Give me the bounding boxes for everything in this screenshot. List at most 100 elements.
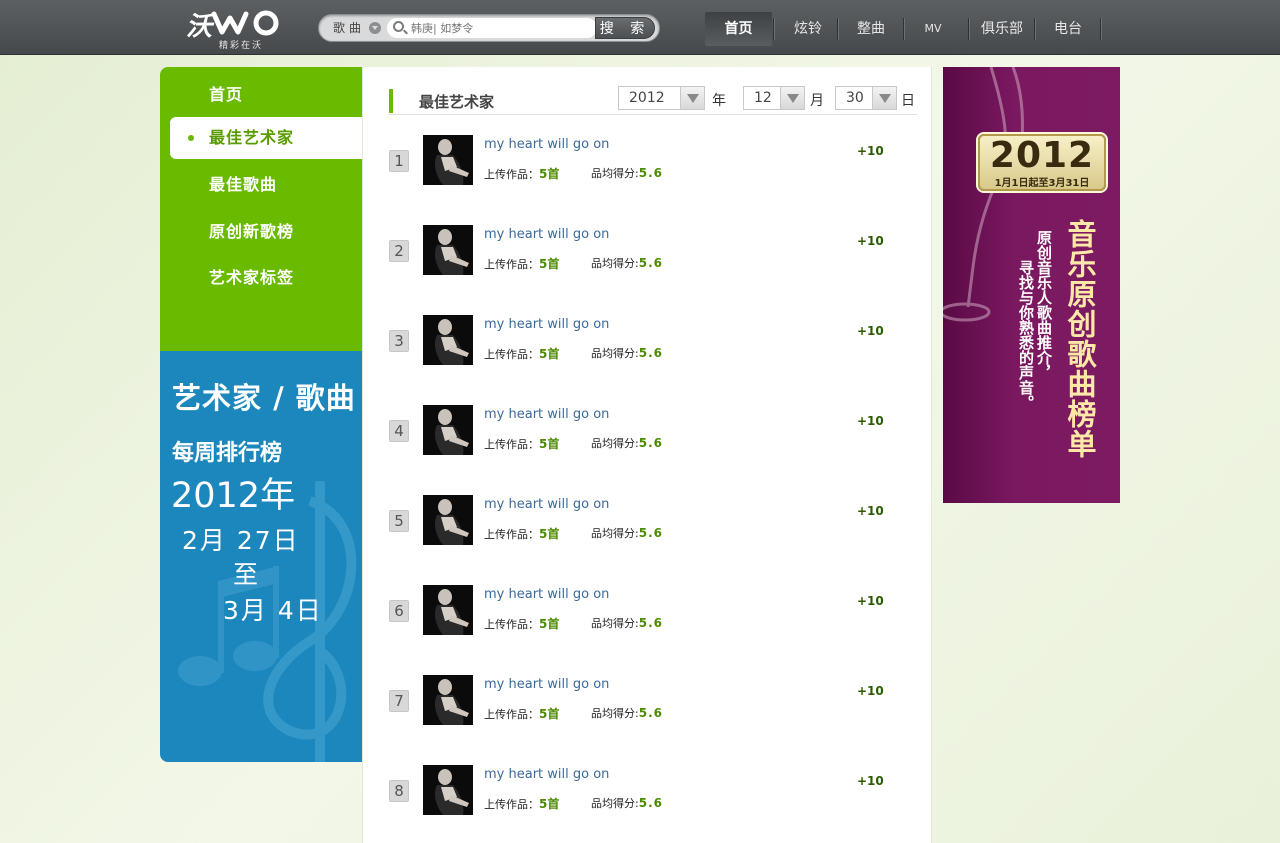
year-select[interactable]: 2012 [618,86,705,110]
score-delta: +10 [857,684,884,698]
ad-headline: 音乐原创歌曲榜单 [1063,219,1097,459]
banner-end-date: 3月 4日 [223,596,323,625]
wo-logo[interactable]: 沃 精彩在沃 [186,6,286,51]
upload-value: 5首 [539,347,560,361]
search-button[interactable]: 搜 索 [595,17,655,39]
artist-row: 8 my heart will go on 上传作品：5首 品均得分:5.6 +10 [389,765,917,843]
logo-tagline: 精彩在沃 [219,41,264,51]
upload-label: 上传作品： [484,438,539,451]
search-category-select[interactable]: 歌曲 [319,15,387,41]
sidebar-item-best-song[interactable]: 最佳歌曲 [160,164,362,206]
nav-item-radio[interactable]: 电台 [1036,12,1100,46]
artist-avatar[interactable] [423,225,473,275]
artist-photo-icon [423,495,473,545]
year-value: 2012 [629,90,665,106]
nav-item-club[interactable]: 俱乐部 [970,12,1034,46]
rank-number: 6 [389,600,409,622]
upload-value: 5首 [539,797,560,811]
rank-number: 1 [389,150,409,172]
score-delta: +10 [857,774,884,788]
nav-divider [837,18,838,40]
nav-item-ringtone[interactable]: 炫铃 [775,12,841,46]
score-value: 5.6 [638,346,663,360]
nav-item-full-song[interactable]: 整曲 [839,12,903,46]
average-score: 品均得分:5.6 [591,795,663,811]
artist-avatar[interactable] [423,585,473,635]
upload-count: 上传作品：5首 [484,525,559,542]
score-delta: +10 [857,594,884,608]
weekly-chart-banner[interactable]: 艺术家 / 歌曲 每周排行榜 2012年 2月 27日 至 3月 4日 [160,351,362,762]
banner-to: 至 [233,560,259,589]
average-score: 品均得分:5.6 [591,165,663,181]
upload-count: 上传作品：5首 [484,255,559,272]
artist-avatar[interactable] [423,315,473,365]
score-label: 品均得分: [591,797,639,810]
score-label: 品均得分: [591,257,639,270]
average-score: 品均得分:5.6 [591,345,663,361]
score-delta: +10 [857,144,884,158]
rank-number: 2 [389,240,409,262]
day-select[interactable]: 30 [835,86,897,110]
nav-item-home[interactable]: 首页 [705,12,772,46]
artist-avatar[interactable] [423,405,473,455]
artist-photo-icon [423,135,473,185]
upload-label: 上传作品： [484,798,539,811]
score-value: 5.6 [638,706,663,720]
nav-divider [1034,18,1035,40]
average-score: 品均得分:5.6 [591,525,663,541]
upload-label: 上传作品： [484,708,539,721]
header-accent-bar [389,89,393,113]
artist-avatar[interactable] [423,495,473,545]
song-link[interactable]: my heart will go on [484,227,609,242]
sidebar-menu: 首页 最佳艺术家 最佳歌曲 原创新歌榜 艺术家标签 [160,67,362,351]
song-link[interactable]: my heart will go on [484,767,609,782]
sidebar-item-home[interactable]: 首页 [160,74,362,116]
wo-logo-icon [211,10,279,36]
score-value: 5.6 [638,526,663,540]
song-link[interactable]: my heart will go on [484,407,609,422]
artist-photo-icon [423,675,473,725]
month-select[interactable]: 12 [743,86,805,110]
upload-label: 上传作品： [484,528,539,541]
sidebar-item-new-original[interactable]: 原创新歌榜 [160,211,362,253]
upload-value: 5首 [539,527,560,541]
ad-date-range: 1月1日起至3月31日 [994,178,1090,189]
chevron-down-icon [680,87,704,109]
song-link[interactable]: my heart will go on [484,317,609,332]
search-input[interactable] [411,18,591,38]
upload-value: 5首 [539,167,560,181]
average-score: 品均得分:5.6 [591,255,663,271]
upload-value: 5首 [539,707,560,721]
rank-number: 5 [389,510,409,532]
ad-banner[interactable]: 2012 1月1日起至3月31日 音乐原创歌曲榜单 原创音乐人歌曲推介， 寻找与… [943,67,1120,503]
song-link[interactable]: my heart will go on [484,137,609,152]
rank-number: 3 [389,330,409,352]
upload-count: 上传作品：5首 [484,165,559,182]
search-icon [393,21,404,32]
nav-divider [903,18,904,40]
artist-avatar[interactable] [423,765,473,815]
rank-number: 7 [389,690,409,712]
average-score: 品均得分:5.6 [591,705,663,721]
artist-row: 2 my heart will go on 上传作品：5首 品均得分:5.6 +10 [389,225,917,315]
sidebar-item-artist-tags[interactable]: 艺术家标签 [160,257,362,299]
song-link[interactable]: my heart will go on [484,587,609,602]
sidebar-item-best-artist[interactable]: 最佳艺术家 [170,117,362,159]
upload-count: 上传作品：5首 [484,795,559,812]
logo-mark: 沃 [186,12,212,42]
artist-avatar[interactable] [423,135,473,185]
artist-row: 6 my heart will go on 上传作品：5首 品均得分:5.6 +10 [389,585,917,675]
song-link[interactable]: my heart will go on [484,677,609,692]
chevron-down-icon [872,87,896,109]
upload-label: 上传作品： [484,258,539,271]
artist-photo-icon [423,585,473,635]
ad-subline-2: 寻找与你熟悉的声音。 [1017,260,1035,410]
banner-title: 艺术家 / 歌曲 [172,381,356,415]
ranking-panel: 最佳艺术家 2012 年 12 月 30 日 1 my heart will go… [362,67,932,843]
nav-divider [773,18,774,40]
song-link[interactable]: my heart will go on [484,497,609,512]
artist-avatar[interactable] [423,675,473,725]
year-badge: 2012 1月1日起至3月31日 [978,134,1106,191]
page-title: 最佳艺术家 [419,93,495,111]
nav-item-mv[interactable]: MV [905,12,961,46]
